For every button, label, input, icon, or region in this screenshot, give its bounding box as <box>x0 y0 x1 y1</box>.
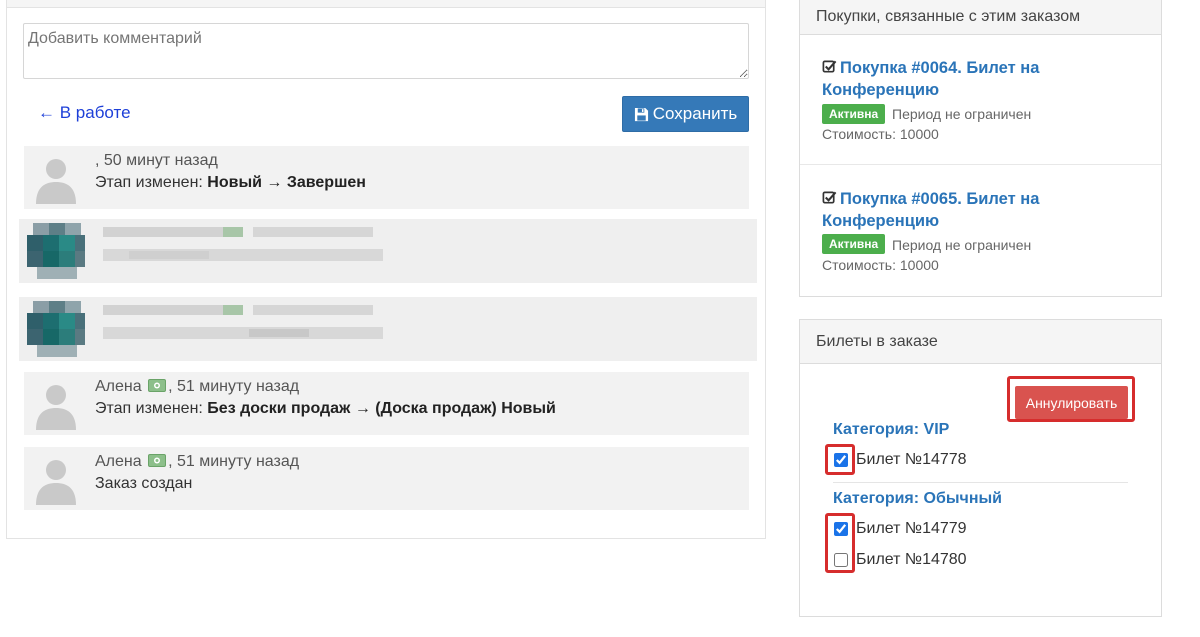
money-icon <box>148 379 167 392</box>
purchase-link-0064[interactable]: Покупка #0064. Билет на Конференцию <box>822 57 1062 101</box>
category-title-regular: Категория: Обычный <box>833 490 1002 507</box>
ticket-checkbox-14779[interactable] <box>834 522 848 536</box>
history-meta: Алена , 51 минуту назад <box>95 453 299 471</box>
purchase-title: Покупка #0065. Билет на Конференцию <box>822 190 1040 230</box>
history-detail: Новый → Завершен <box>207 174 366 191</box>
user-silhouette-icon <box>36 159 76 204</box>
pixelated-redaction <box>27 301 383 357</box>
tickets-panel-header: Билеты в заказе <box>800 320 1161 364</box>
status-badge: Активна <box>822 234 886 254</box>
history-time: , 51 минуту назад <box>168 453 300 470</box>
redacted-history-item <box>19 297 757 361</box>
history-item: Алена , 51 минуту назад Этап изменен: Бе… <box>24 372 749 435</box>
history-time: , 51 минуту назад <box>168 378 300 395</box>
back-to-in-progress-link[interactable]: ← В работе <box>38 103 131 123</box>
purchase-period: Период не ограничен <box>892 237 1032 253</box>
save-button[interactable]: Сохранить <box>622 96 749 132</box>
money-icon <box>148 454 167 467</box>
purchase-divider <box>800 164 1161 165</box>
history-text: Этап изменен: Новый → Завершен <box>95 174 366 192</box>
purchase-cost: Стоимость: 10000 <box>822 126 939 142</box>
ticket-label: Билет №14778 <box>856 451 967 468</box>
ticket-label: Билет №14779 <box>856 520 967 537</box>
history-prefix: Этап изменен: <box>95 174 208 191</box>
purchase-cost: Стоимость: 10000 <box>822 257 939 273</box>
history-prefix: Этап изменен: <box>95 400 208 417</box>
purchase-period: Период не ограничен <box>892 106 1032 122</box>
history-author: Алена <box>95 453 142 470</box>
redacted-history-item <box>19 219 757 283</box>
purchase-link-0065[interactable]: Покупка #0065. Билет на Конференцию <box>822 188 1062 232</box>
ticket-checkbox-14778[interactable] <box>834 453 848 467</box>
purchase-title: Покупка #0064. Билет на Конференцию <box>822 59 1040 99</box>
purchases-panel-header: Покупки, связанные с этим заказом <box>800 0 1161 35</box>
history-meta: , 50 минут назад <box>95 152 218 170</box>
status-badge: Активна <box>822 104 886 124</box>
order-tickets-panel: Билеты в заказе Аннулировать Категория: … <box>799 319 1162 617</box>
history-detail: Без доски продаж → (Доска продаж) Новый <box>207 400 556 417</box>
history-text: Этап изменен: Без доски продаж → (Доска … <box>95 400 556 418</box>
ticket-checkbox-14780[interactable] <box>834 553 848 567</box>
user-silhouette-icon <box>36 460 76 505</box>
annul-button[interactable]: Аннулировать <box>1015 386 1128 419</box>
category-title-vip: Категория: VIP <box>833 421 950 438</box>
check-square-icon <box>822 191 837 204</box>
check-square-icon <box>822 60 837 73</box>
related-purchases-panel: Покупки, связанные с этим заказом Покупк… <box>799 0 1162 297</box>
user-silhouette-icon <box>36 385 76 430</box>
panel-top-bar <box>7 0 765 8</box>
history-author: Алена <box>95 378 142 395</box>
history-text: Заказ создан <box>95 475 192 493</box>
order-history-panel: ← В работе Сохранить , 50 минут назад Эт… <box>6 0 766 539</box>
ticket-label: Билет №14780 <box>856 551 967 568</box>
history-item: Алена , 51 минуту назад Заказ создан <box>24 447 749 510</box>
category-divider <box>833 482 1128 483</box>
ticket-row[interactable]: Билет №14779 <box>834 520 967 538</box>
history-item: , 50 минут назад Этап изменен: Новый → З… <box>24 146 749 209</box>
pixelated-redaction <box>27 223 383 279</box>
ticket-row[interactable]: Билет №14780 <box>834 551 967 569</box>
ticket-row[interactable]: Билет №14778 <box>834 451 967 469</box>
save-button-label: Сохранить <box>652 104 738 123</box>
history-time: , 50 минут назад <box>95 152 218 169</box>
history-detail: Заказ создан <box>95 475 193 492</box>
floppy-disk-icon <box>634 107 648 121</box>
comment-input[interactable] <box>23 23 749 79</box>
history-meta: Алена , 51 минуту назад <box>95 378 299 396</box>
